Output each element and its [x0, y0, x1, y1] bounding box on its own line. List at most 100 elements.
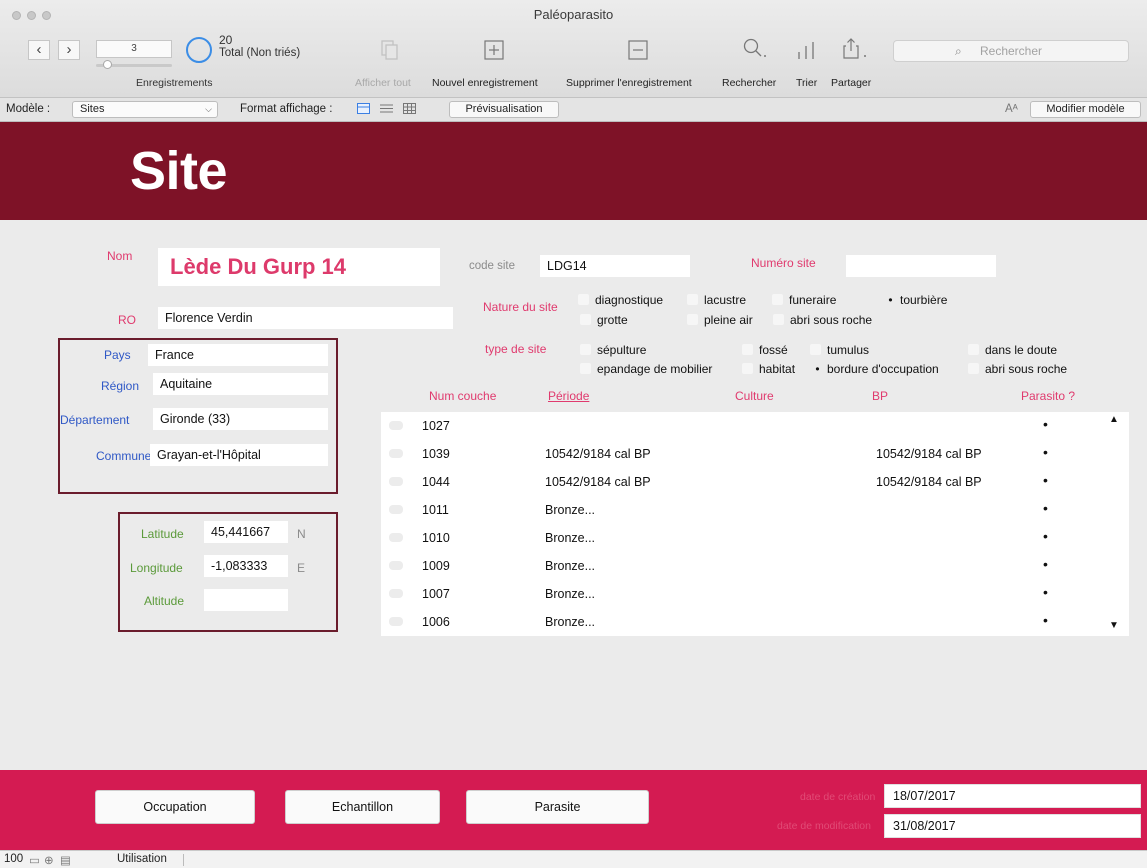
cell-num-couche[interactable]: 1006: [422, 615, 450, 629]
commune-field[interactable]: Grayan-et-l'Hôpital: [150, 444, 328, 466]
longitude-field[interactable]: -1,083333: [204, 555, 288, 577]
cell-parasito[interactable]: •: [1043, 500, 1048, 516]
pays-field[interactable]: France: [148, 344, 328, 366]
cell-periode[interactable]: 10542/9184 cal BP: [545, 475, 651, 489]
cell-parasito[interactable]: •: [1043, 612, 1048, 628]
scroll-up-arrow-icon[interactable]: ▲: [1109, 414, 1119, 425]
nom-field[interactable]: Lède Du Gurp 14: [158, 248, 440, 286]
row-select-handle[interactable]: [389, 533, 403, 542]
scroll-down-arrow-icon[interactable]: ▼: [1109, 620, 1119, 631]
type-option-bordure-occupation[interactable]: • bordure d'occupation: [812, 362, 938, 376]
cell-parasito[interactable]: •: [1043, 416, 1048, 432]
cell-parasito[interactable]: •: [1043, 584, 1048, 600]
row-select-handle[interactable]: [389, 421, 403, 430]
cell-periode[interactable]: Bronze...: [545, 559, 595, 573]
cell-num-couche[interactable]: 1007: [422, 587, 450, 601]
cell-num-couche[interactable]: 1010: [422, 531, 450, 545]
table-row[interactable]: 1010 Bronze... •: [381, 524, 1105, 552]
table-row[interactable]: 1044 10542/9184 cal BP 10542/9184 cal BP •: [381, 468, 1105, 496]
nature-option-funeraire[interactable]: funeraire: [772, 293, 836, 307]
cell-parasito[interactable]: •: [1043, 472, 1048, 488]
checkbox[interactable]: [772, 294, 783, 305]
record-number-field[interactable]: 3: [96, 40, 172, 58]
checkbox[interactable]: [580, 363, 591, 374]
code-site-field[interactable]: LDG14: [540, 255, 690, 277]
row-select-handle[interactable]: [389, 617, 403, 626]
occupation-button[interactable]: Occupation: [95, 790, 255, 824]
nature-option-abri-sous-roche[interactable]: abri sous roche: [773, 313, 872, 327]
row-select-handle[interactable]: [389, 505, 403, 514]
previous-record-button[interactable]: ‹: [28, 40, 50, 60]
edit-layout-button[interactable]: Modifier modèle: [1030, 101, 1141, 118]
cell-num-couche[interactable]: 1039: [422, 447, 450, 461]
form-view-icon[interactable]: [357, 103, 370, 114]
column-header-periode[interactable]: Période: [548, 389, 589, 403]
sort-button[interactable]: Trier: [796, 77, 817, 89]
table-row[interactable]: 1009 Bronze... •: [381, 552, 1105, 580]
table-row[interactable]: 1011 Bronze... •: [381, 496, 1105, 524]
cell-num-couche[interactable]: 1009: [422, 559, 450, 573]
preview-button[interactable]: Prévisualisation: [449, 101, 559, 118]
share-button[interactable]: Partager: [831, 77, 871, 89]
checkbox[interactable]: [687, 314, 698, 325]
cell-parasito[interactable]: •: [1043, 528, 1048, 544]
checkbox[interactable]: [773, 314, 784, 325]
nature-option-grotte[interactable]: grotte: [580, 313, 628, 327]
toggle-toolbar-icon[interactable]: ▤: [60, 853, 71, 867]
search-input[interactable]: [894, 41, 1128, 61]
zoom-in-icon[interactable]: ⊕: [44, 853, 54, 867]
cell-bp[interactable]: 10542/9184 cal BP: [876, 447, 982, 461]
type-option-dans-le-doute[interactable]: dans le doute: [968, 343, 1057, 357]
date-modification-field[interactable]: 31/08/2017: [884, 814, 1141, 838]
next-record-button[interactable]: ›: [58, 40, 80, 60]
checkbox[interactable]: [742, 363, 753, 374]
type-option-abri-sous-roche[interactable]: abri sous roche: [968, 362, 1067, 376]
checkbox[interactable]: [810, 344, 821, 355]
checkbox[interactable]: [968, 363, 979, 374]
type-option-fosse[interactable]: fossé: [742, 343, 788, 357]
parasite-button[interactable]: Parasite: [466, 790, 649, 824]
zoom-level[interactable]: 100: [4, 853, 23, 865]
type-option-sepulture[interactable]: sépulture: [580, 343, 646, 357]
echantillon-button[interactable]: Echantillon: [285, 790, 440, 824]
table-row[interactable]: 1007 Bronze... •: [381, 580, 1105, 608]
cell-periode[interactable]: Bronze...: [545, 615, 595, 629]
type-option-epandage[interactable]: epandage de mobilier: [580, 362, 712, 376]
cell-periode[interactable]: Bronze...: [545, 503, 595, 517]
checkbox[interactable]: [687, 294, 698, 305]
nature-option-lacustre[interactable]: lacustre: [687, 293, 746, 307]
new-record-button[interactable]: Nouvel enregistrement: [432, 77, 538, 89]
latitude-field[interactable]: 45,441667: [204, 521, 288, 543]
delete-record-button[interactable]: Supprimer l'enregistrement: [566, 77, 692, 89]
table-row[interactable]: 1039 10542/9184 cal BP 10542/9184 cal BP •: [381, 440, 1105, 468]
list-view-icon[interactable]: [380, 103, 393, 114]
show-all-button[interactable]: Afficher tout: [355, 77, 411, 89]
record-slider-knob[interactable]: [103, 60, 112, 69]
table-row[interactable]: 1027 •: [381, 412, 1105, 440]
ro-field[interactable]: Florence Verdin: [158, 307, 453, 329]
zoom-out-icon[interactable]: ▭: [29, 853, 40, 867]
cell-num-couche[interactable]: 1044: [422, 475, 450, 489]
table-view-icon[interactable]: [403, 103, 416, 114]
row-select-handle[interactable]: [389, 477, 403, 486]
row-select-handle[interactable]: [389, 589, 403, 598]
table-row[interactable]: 1006 Bronze... •: [381, 608, 1105, 636]
cell-periode[interactable]: Bronze...: [545, 531, 595, 545]
type-option-habitat[interactable]: habitat: [742, 362, 795, 376]
font-size-icon[interactable]: Aᴬ: [1005, 103, 1018, 115]
layout-select[interactable]: Sites ⌵: [72, 101, 218, 118]
nature-option-diagnostique[interactable]: diagnostique: [578, 293, 663, 307]
cell-parasito[interactable]: •: [1043, 444, 1048, 460]
search-field[interactable]: [893, 40, 1129, 62]
numero-site-field[interactable]: [846, 255, 996, 277]
checkbox[interactable]: [742, 344, 753, 355]
find-button[interactable]: Rechercher: [722, 77, 776, 89]
nature-option-pleine-air[interactable]: pleine air: [687, 313, 753, 327]
cell-parasito[interactable]: •: [1043, 556, 1048, 572]
checkbox[interactable]: [580, 344, 591, 355]
cell-bp[interactable]: 10542/9184 cal BP: [876, 475, 982, 489]
altitude-field[interactable]: [204, 589, 288, 611]
mode-label[interactable]: Utilisation: [117, 853, 167, 865]
row-select-handle[interactable]: [389, 561, 403, 570]
row-select-handle[interactable]: [389, 449, 403, 458]
